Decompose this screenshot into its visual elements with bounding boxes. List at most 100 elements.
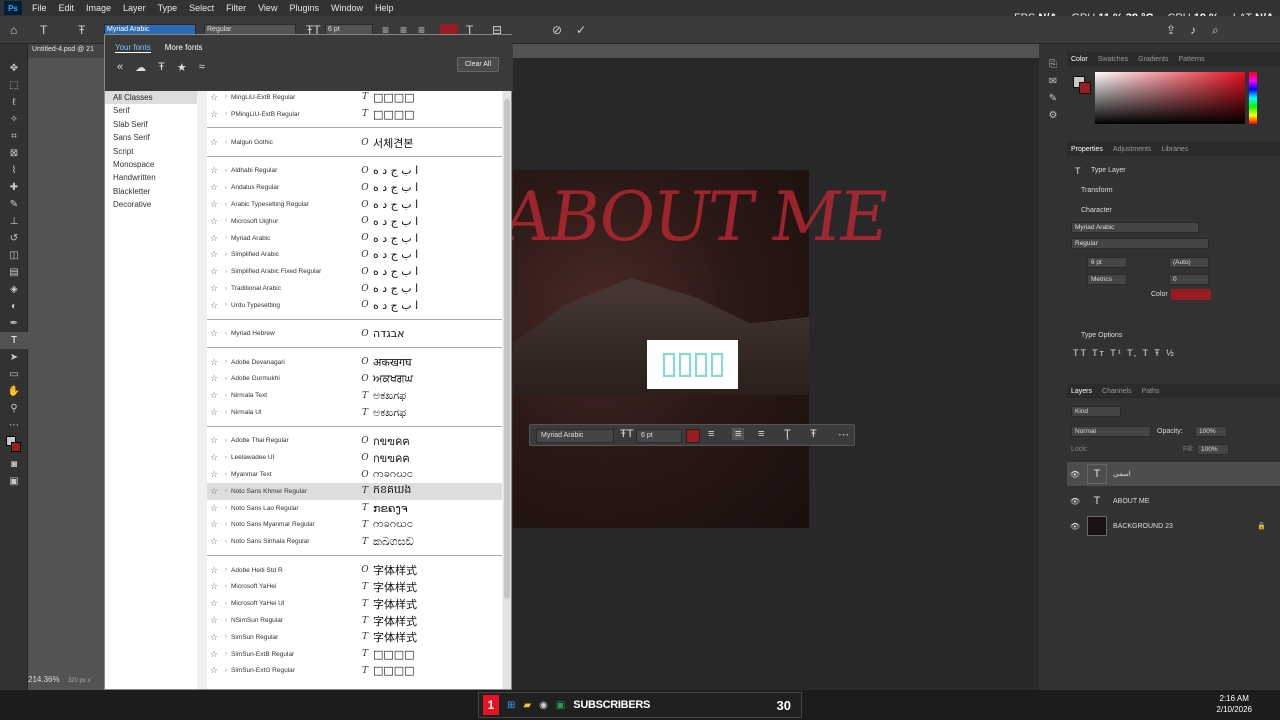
favorite-star-icon[interactable]: ☆ xyxy=(207,300,221,311)
font-row[interactable]: ☆ › Microsoft Uighur O ا ب ج د ه xyxy=(207,213,502,230)
expand-arrow-icon[interactable]: › xyxy=(221,331,231,337)
fill-field[interactable]: 100% xyxy=(1197,444,1229,455)
font-row[interactable]: ☆ › Malgun Gothic O 서체견본 xyxy=(207,134,502,151)
transform-section[interactable]: Transform xyxy=(1081,187,1113,194)
char-kerning-field[interactable]: Metrics xyxy=(1087,274,1127,285)
history-brush-icon[interactable]: ↺ xyxy=(0,230,28,247)
chrome-icon[interactable]: ◉ xyxy=(539,700,548,711)
favorite-star-icon[interactable]: ☆ xyxy=(207,536,221,547)
font-row[interactable]: ☆ › Noto Sans Sinhala Regular T කඛගඝඞ xyxy=(207,533,502,550)
path-select-icon[interactable]: ➤ xyxy=(0,349,28,366)
clear-all-button[interactable]: Clear All xyxy=(457,57,499,72)
rectangle-tool-icon[interactable]: ▭ xyxy=(0,366,28,383)
favorite-star-icon[interactable]: ☆ xyxy=(207,407,221,418)
type-options-buttons[interactable]: TT Tт T¹ T, T Ŧ ½ xyxy=(1073,348,1176,358)
favorite-star-icon[interactable]: ☆ xyxy=(207,519,221,530)
class-item[interactable]: All Classes xyxy=(105,91,197,105)
filter-type-icon[interactable]: Ŧ xyxy=(158,61,165,74)
zoom-tool-icon[interactable]: ⚲ xyxy=(0,400,28,417)
visibility-eye-icon[interactable]: 👁 xyxy=(1067,522,1083,531)
font-row[interactable]: ☆ › PMingLiU-ExtB Regular T □□□□ xyxy=(207,106,502,123)
font-row[interactable]: ☆ › Nirmala UI T ಅಕಖಗಫ xyxy=(207,404,502,421)
expand-arrow-icon[interactable]: › xyxy=(221,539,231,545)
expand-arrow-icon[interactable]: › xyxy=(221,94,231,100)
menu-filter[interactable]: Filter xyxy=(220,3,252,13)
menu-layer[interactable]: Layer xyxy=(117,3,152,13)
visibility-eye-icon[interactable]: 👁 xyxy=(1067,497,1083,506)
hue-slider[interactable] xyxy=(1249,72,1257,124)
font-row[interactable]: ☆ › Arabic Typesetting Regular O ا ب ج د ه xyxy=(207,196,502,213)
background-swatch[interactable] xyxy=(1079,82,1091,94)
search-icon[interactable]: ⌕ xyxy=(1212,23,1219,37)
marquee-tool-icon[interactable]: ⬚ xyxy=(0,77,28,94)
blur-tool-icon[interactable]: ◈ xyxy=(0,281,28,298)
favorite-star-icon[interactable]: ☆ xyxy=(207,486,221,497)
favorite-star-icon[interactable]: ☆ xyxy=(207,137,221,148)
class-item[interactable]: Handwritten xyxy=(105,171,197,184)
opacity-field[interactable]: 100% xyxy=(1195,426,1227,437)
windows-start-icon[interactable]: ⊞ xyxy=(507,700,515,711)
ctx-align-right-icon[interactable]: ≡ xyxy=(758,428,764,440)
document-tab[interactable]: Untitled-4.psd @ 21 xyxy=(28,44,104,58)
font-row[interactable]: ☆ › Microsoft YaHei T 字体样式 xyxy=(207,579,502,596)
layer-row[interactable]: 👁 T ABOUT ME xyxy=(1067,489,1280,513)
expand-arrow-icon[interactable]: › xyxy=(221,634,231,640)
favorites-filter-icon[interactable]: ★ xyxy=(177,61,187,74)
zoom-level[interactable]: 214.36% xyxy=(28,675,60,684)
ctx-warp-icon[interactable]: Ţ xyxy=(784,428,791,440)
expand-arrow-icon[interactable]: › xyxy=(221,359,231,365)
stamp-tool-icon[interactable]: ⊥ xyxy=(0,213,28,230)
brush-settings-icon[interactable]: ✎ xyxy=(1039,90,1067,107)
class-item[interactable]: Blackletter xyxy=(105,185,197,198)
menu-window[interactable]: Window xyxy=(325,3,369,13)
favorite-star-icon[interactable]: ☆ xyxy=(207,328,221,339)
menu-select[interactable]: Select xyxy=(183,3,220,13)
font-list-scrollbar[interactable] xyxy=(503,91,511,689)
expand-arrow-icon[interactable]: › xyxy=(221,111,231,117)
commit-icon[interactable]: ✓ xyxy=(576,23,586,37)
expand-arrow-icon[interactable]: › xyxy=(221,438,231,444)
tab-layers[interactable]: Layers xyxy=(1071,388,1092,395)
type-options-section[interactable]: Type Options xyxy=(1081,332,1122,339)
expand-arrow-icon[interactable]: › xyxy=(221,455,231,461)
ctx-align-left-icon[interactable]: ≡ xyxy=(708,428,714,440)
favorite-star-icon[interactable]: ☆ xyxy=(207,249,221,260)
favorite-star-icon[interactable]: ☆ xyxy=(207,266,221,277)
font-row[interactable]: ☆ › MingLiU-ExtB Regular T □□□□ xyxy=(207,91,502,106)
move-tool-icon[interactable]: ✥ xyxy=(0,60,28,77)
favorite-star-icon[interactable]: ☆ xyxy=(207,199,221,210)
menu-type[interactable]: Type xyxy=(152,3,184,13)
color-picker-field[interactable] xyxy=(1095,72,1245,124)
layer-kind-filter[interactable]: Kind xyxy=(1071,406,1121,417)
expand-arrow-icon[interactable]: › xyxy=(221,376,231,382)
char-leading-field[interactable]: (Auto) xyxy=(1169,257,1209,268)
expand-arrow-icon[interactable]: › xyxy=(221,488,231,494)
tab-adjustments[interactable]: Adjustments xyxy=(1113,146,1152,153)
similar-fonts-icon[interactable]: ≈ xyxy=(199,61,205,74)
visibility-eye-icon[interactable]: 👁 xyxy=(1067,470,1083,479)
expand-arrow-icon[interactable]: › xyxy=(221,269,231,275)
tab-channels[interactable]: Channels xyxy=(1102,388,1132,395)
layer-row[interactable]: 👁 BACKGROUND 23 🔒 xyxy=(1067,514,1280,538)
cancel-icon[interactable]: ⊘ xyxy=(552,23,562,37)
tab-libraries[interactable]: Libraries xyxy=(1161,146,1188,153)
font-row[interactable]: ☆ › Myriad Arabic O ا ب ج د ه xyxy=(207,230,502,247)
ctx-color-swatch[interactable] xyxy=(686,429,700,443)
expand-arrow-icon[interactable]: › xyxy=(221,140,231,146)
fg-bg-swatch[interactable] xyxy=(0,434,28,456)
favorite-star-icon[interactable]: ☆ xyxy=(207,283,221,294)
taskbar-clock[interactable]: 2:16 AM 2/10/2026 xyxy=(1216,693,1252,715)
expand-arrow-icon[interactable]: › xyxy=(221,651,231,657)
menu-image[interactable]: Image xyxy=(80,3,117,13)
favorite-star-icon[interactable]: ☆ xyxy=(207,632,221,643)
ctx-font-select[interactable]: Myriad Arabic xyxy=(536,429,614,443)
tab-patterns[interactable]: Patterns xyxy=(1178,56,1204,63)
font-row[interactable]: ☆ › Adobe Devanagari O अकखगघ xyxy=(207,354,502,371)
tab-paths[interactable]: Paths xyxy=(1142,388,1160,395)
font-row[interactable]: ☆ › Nirmala Text T ಅಕಖಗಫ xyxy=(207,387,502,404)
expand-arrow-icon[interactable]: › xyxy=(221,505,231,511)
font-row[interactable]: ☆ › Andalus Regular O ا ب ج د ه xyxy=(207,179,502,196)
class-item[interactable]: Serif xyxy=(105,104,197,117)
favorite-star-icon[interactable]: ☆ xyxy=(207,373,221,384)
favorite-star-icon[interactable]: ☆ xyxy=(207,615,221,626)
